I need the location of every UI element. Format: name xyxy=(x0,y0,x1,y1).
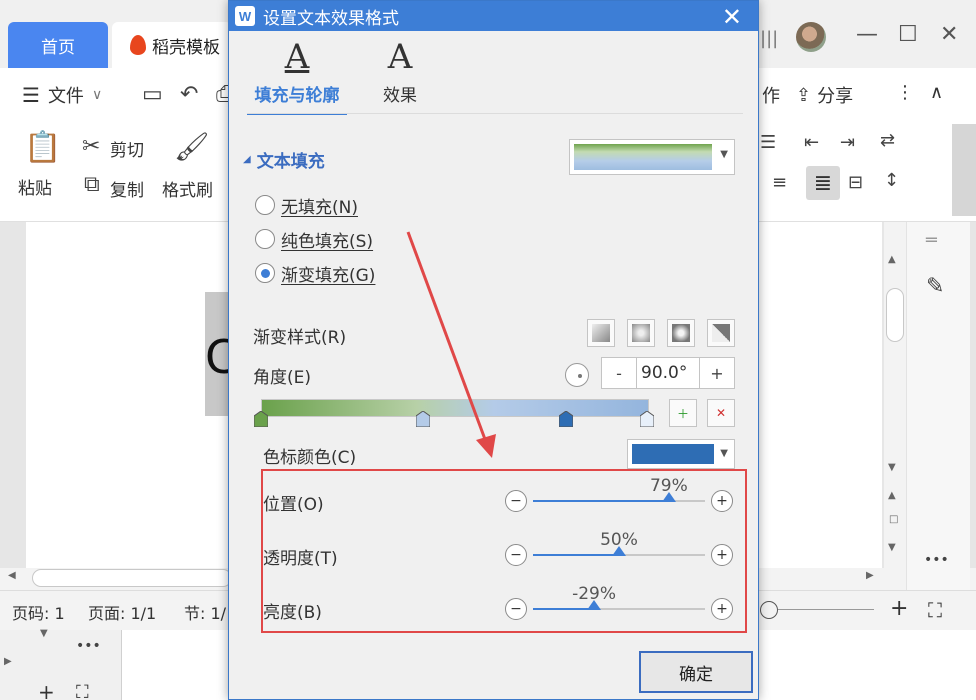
arrow-head xyxy=(476,434,496,458)
arrow-shaft xyxy=(406,231,488,443)
annotation-arrow xyxy=(406,231,496,458)
